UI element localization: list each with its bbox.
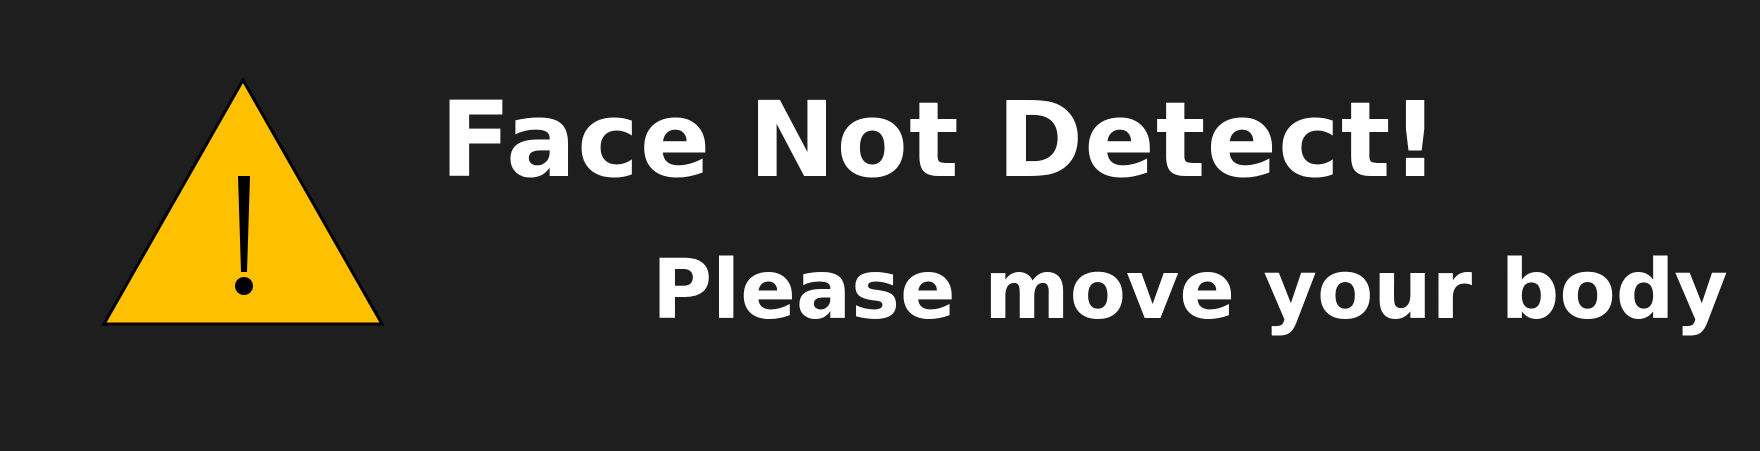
alert-title: Face Not Detect! [440,79,1440,201]
face-detection-alert: Face Not Detect! Please move your body [0,0,1760,451]
warning-icon [101,76,385,326]
alert-message: Please move your body [652,243,1728,338]
